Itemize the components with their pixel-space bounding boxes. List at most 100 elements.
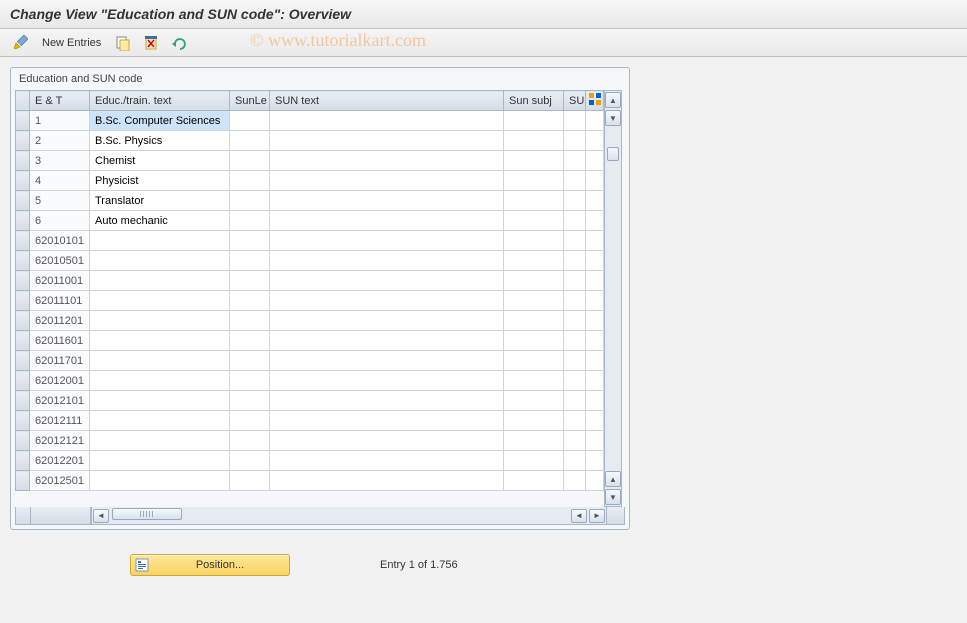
cell-sunle[interactable]	[230, 171, 270, 191]
row-selector[interactable]	[16, 131, 30, 151]
cell-et[interactable]: 5	[30, 191, 90, 211]
cell-sunsubj[interactable]	[504, 151, 564, 171]
row-selector[interactable]	[16, 471, 30, 491]
cell-suntext[interactable]	[270, 111, 504, 131]
cell-sunle[interactable]	[230, 451, 270, 471]
cell-et[interactable]: 62011101	[30, 291, 90, 311]
cell-su[interactable]	[564, 431, 586, 451]
delete-icon[interactable]	[139, 33, 163, 53]
col-header-sunle[interactable]: SunLe	[230, 91, 270, 111]
cell-suntext[interactable]	[270, 131, 504, 151]
cell-et[interactable]: 62012001	[30, 371, 90, 391]
cell-sunsubj[interactable]	[504, 251, 564, 271]
row-selector[interactable]	[16, 151, 30, 171]
cell-sunsubj[interactable]	[504, 351, 564, 371]
cell-suntext[interactable]	[270, 331, 504, 351]
cell-sunle[interactable]	[230, 131, 270, 151]
cell-sunle[interactable]	[230, 191, 270, 211]
cell-sunsubj[interactable]	[504, 271, 564, 291]
cell-sunle[interactable]	[230, 471, 270, 491]
cell-su[interactable]	[564, 471, 586, 491]
cell-suntext[interactable]	[270, 451, 504, 471]
col-header-et[interactable]: E & T	[30, 91, 90, 111]
table-row[interactable]: 2B.Sc. Physics	[16, 131, 604, 151]
cell-sunsubj[interactable]	[504, 391, 564, 411]
select-all-header[interactable]	[16, 91, 30, 111]
cell-et[interactable]: 62010101	[30, 231, 90, 251]
cell-su[interactable]	[564, 191, 586, 211]
cell-train-text[interactable]: Physicist	[90, 171, 230, 191]
row-selector[interactable]	[16, 351, 30, 371]
row-selector[interactable]	[16, 291, 30, 311]
cell-sunsubj[interactable]	[504, 171, 564, 191]
cell-train-text[interactable]	[90, 451, 230, 471]
table-row[interactable]: 3Chemist	[16, 151, 604, 171]
table-row[interactable]: 62011201	[16, 311, 604, 331]
cell-suntext[interactable]	[270, 151, 504, 171]
cell-et[interactable]: 4	[30, 171, 90, 191]
table-row[interactable]: 1B.Sc. Computer Sciences	[16, 111, 604, 131]
cell-et[interactable]: 62011201	[30, 311, 90, 331]
table-row[interactable]: 62011601	[16, 331, 604, 351]
cell-et[interactable]: 62011601	[30, 331, 90, 351]
cell-suntext[interactable]	[270, 311, 504, 331]
table-row[interactable]: 62012121	[16, 431, 604, 451]
cell-et[interactable]: 62012201	[30, 451, 90, 471]
cell-sunsubj[interactable]	[504, 431, 564, 451]
cell-train-text[interactable]	[90, 411, 230, 431]
cell-sunsubj[interactable]	[504, 131, 564, 151]
cell-et[interactable]: 1	[30, 111, 90, 131]
col-header-suntext[interactable]: SUN text	[270, 91, 504, 111]
cell-train-text[interactable]	[90, 371, 230, 391]
cell-sunle[interactable]	[230, 271, 270, 291]
scroll-thumb[interactable]	[607, 147, 619, 161]
table-row[interactable]: 62011101	[16, 291, 604, 311]
cell-sunle[interactable]	[230, 431, 270, 451]
col-header-su[interactable]: SU	[564, 91, 586, 111]
scroll-up2-icon[interactable]: ▲	[605, 471, 621, 487]
cell-sunle[interactable]	[230, 371, 270, 391]
table-row[interactable]: 62010101	[16, 231, 604, 251]
row-selector[interactable]	[16, 391, 30, 411]
cell-suntext[interactable]	[270, 271, 504, 291]
cell-et[interactable]: 62011701	[30, 351, 90, 371]
cell-sunle[interactable]	[230, 351, 270, 371]
cell-sunsubj[interactable]	[504, 111, 564, 131]
cell-su[interactable]	[564, 411, 586, 431]
cell-su[interactable]	[564, 111, 586, 131]
copy-as-icon[interactable]	[111, 33, 135, 53]
cell-sunsubj[interactable]	[504, 471, 564, 491]
cell-train-text[interactable]	[90, 471, 230, 491]
cell-train-text[interactable]	[90, 231, 230, 251]
cell-et[interactable]: 62010501	[30, 251, 90, 271]
cell-sunsubj[interactable]	[504, 211, 564, 231]
cell-sunle[interactable]	[230, 231, 270, 251]
position-button[interactable]: Position...	[130, 554, 290, 576]
cell-sunle[interactable]	[230, 111, 270, 131]
cell-sunsubj[interactable]	[504, 291, 564, 311]
table-row[interactable]: 62011001	[16, 271, 604, 291]
row-selector[interactable]	[16, 371, 30, 391]
horizontal-scrollbar[interactable]: ◄ ◄ ►	[91, 507, 607, 525]
row-selector[interactable]	[16, 251, 30, 271]
cell-et[interactable]: 6	[30, 211, 90, 231]
cell-suntext[interactable]	[270, 171, 504, 191]
row-selector[interactable]	[16, 271, 30, 291]
cell-sunsubj[interactable]	[504, 231, 564, 251]
cell-su[interactable]	[564, 311, 586, 331]
row-selector[interactable]	[16, 231, 30, 251]
data-table[interactable]: E & T Educ./train. text SunLe SUN text S…	[15, 90, 604, 491]
cell-train-text[interactable]: B.Sc. Computer Sciences	[90, 111, 230, 131]
scroll-up-icon[interactable]: ▲	[605, 92, 621, 108]
table-row[interactable]: 5Translator	[16, 191, 604, 211]
cell-sunle[interactable]	[230, 211, 270, 231]
cell-train-text[interactable]	[90, 311, 230, 331]
scroll-down-icon[interactable]: ▼	[605, 110, 621, 126]
cell-sunle[interactable]	[230, 251, 270, 271]
table-row[interactable]: 6Auto mechanic	[16, 211, 604, 231]
table-row[interactable]: 62012001	[16, 371, 604, 391]
vertical-scrollbar[interactable]: ▲ ▼ ▲ ▼	[604, 90, 622, 507]
cell-train-text[interactable]	[90, 351, 230, 371]
row-selector[interactable]	[16, 111, 30, 131]
col-header-sunsubj[interactable]: Sun subj	[504, 91, 564, 111]
